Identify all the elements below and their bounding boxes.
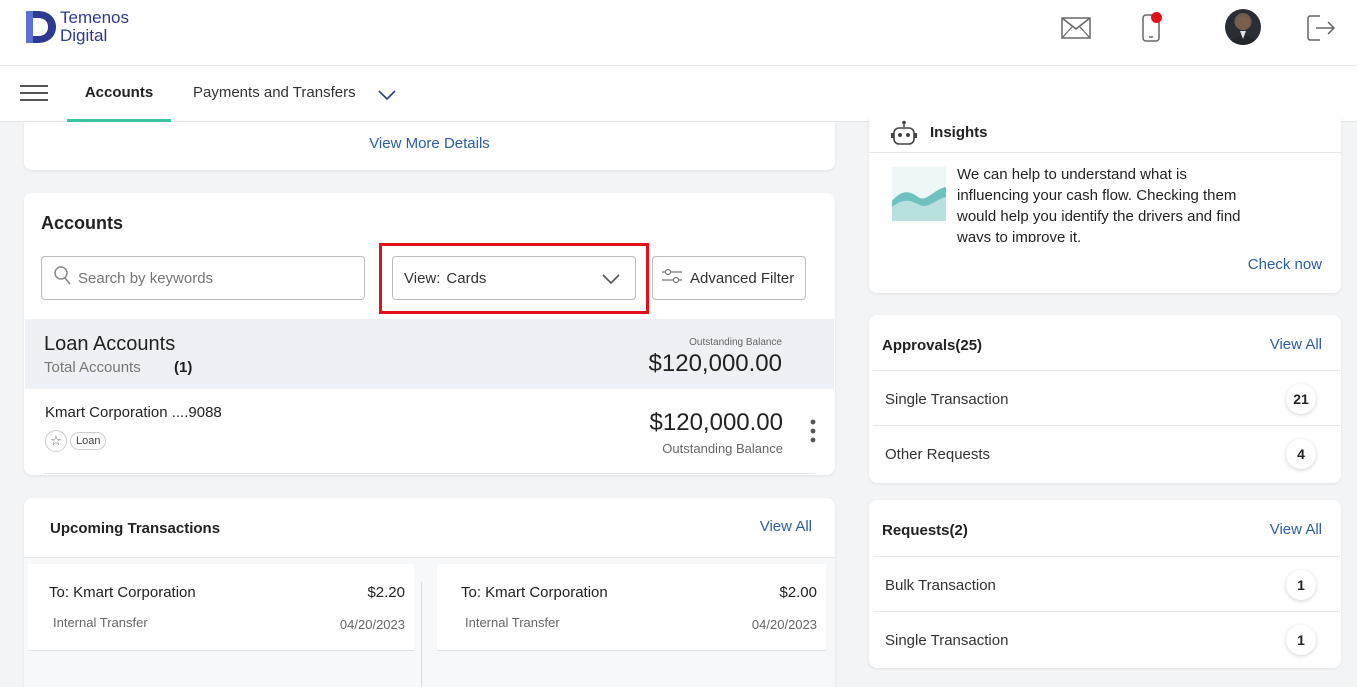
approval-row-label: Single Transaction	[885, 391, 1009, 408]
request-count-badge: 1	[1286, 570, 1316, 600]
transaction-date: 04/20/2023	[751, 617, 817, 632]
cash-flow-wave-icon	[892, 167, 946, 221]
logout-icon[interactable]	[1303, 10, 1339, 46]
approval-count-badge: 21	[1286, 384, 1316, 414]
tab-accounts[interactable]: Accounts	[67, 66, 171, 122]
more-options-icon[interactable]	[810, 419, 816, 448]
request-row-label: Bulk Transaction	[885, 577, 996, 594]
top-header: Temenos Digital	[0, 0, 1357, 66]
transaction-recipient: To: Kmart Corporation	[49, 584, 196, 601]
divider	[28, 650, 414, 651]
loan-total-balance: $120,000.00	[648, 350, 782, 377]
request-row-single-transaction[interactable]: Single Transaction 1	[873, 611, 1340, 666]
approval-count-badge: 4	[1286, 439, 1316, 469]
requests-title: Requests(2)	[882, 522, 968, 539]
approval-row-single-transaction[interactable]: Single Transaction 21	[873, 370, 1340, 425]
robot-icon	[890, 120, 918, 153]
request-row-bulk-transaction[interactable]: Bulk Transaction 1	[873, 556, 1340, 611]
approvals-card: Approvals(25) View All Single Transactio…	[869, 315, 1341, 483]
account-row[interactable]: Kmart Corporation ....9088 ☆ Loan $120,0…	[24, 389, 835, 475]
chevron-down-icon[interactable]	[377, 85, 397, 105]
request-count-badge: 1	[1286, 625, 1316, 655]
logo-line-1: Temenos	[60, 8, 129, 27]
divider	[421, 582, 422, 687]
check-now-link[interactable]: Check now	[1248, 256, 1322, 273]
search-input-wrapper[interactable]	[41, 256, 365, 300]
transaction-type: Internal Transfer	[465, 615, 560, 630]
upcoming-transaction-item[interactable]: To: Kmart Corporation $2.00 Internal Tra…	[437, 564, 826, 650]
approvals-title: Approvals(25)	[882, 337, 983, 354]
upcoming-transaction-item[interactable]: To: Kmart Corporation $2.20 Internal Tra…	[28, 564, 414, 650]
transaction-recipient: To: Kmart Corporation	[461, 584, 608, 601]
account-details-card: View More Details	[24, 122, 835, 170]
accounts-card: Accounts View: Cards Advanced Filter Loa…	[24, 193, 835, 475]
account-balance-caption: Outstanding Balance	[662, 441, 783, 456]
mobile-notification-icon[interactable]	[1133, 10, 1169, 46]
highlight-box	[379, 243, 649, 314]
mail-icon[interactable]	[1058, 10, 1094, 46]
upcoming-transactions-card: Upcoming Transactions View All To: Kmart…	[24, 498, 835, 687]
hamburger-menu-icon[interactable]	[20, 85, 48, 103]
requests-card: Requests(2) View All Bulk Transaction 1 …	[869, 500, 1341, 668]
avatar[interactable]	[1225, 9, 1261, 45]
upcoming-view-all-link[interactable]: View All	[760, 518, 812, 535]
advanced-filter-button[interactable]: Advanced Filter	[652, 256, 806, 300]
divider	[437, 650, 826, 651]
logo-text: Temenos Digital	[60, 9, 129, 45]
loan-accounts-header[interactable]: Loan Accounts Total Accounts (1) Outstan…	[25, 319, 834, 389]
view-more-details-link[interactable]: View More Details	[24, 135, 835, 152]
insights-title: Insights	[930, 124, 988, 141]
search-input[interactable]	[78, 269, 348, 287]
notification-dot	[1151, 12, 1162, 23]
upcoming-title: Upcoming Transactions	[50, 520, 221, 537]
divider	[869, 152, 1341, 153]
outstanding-balance-caption: Outstanding Balance	[689, 337, 782, 348]
total-accounts-label: Total Accounts	[44, 359, 141, 376]
approvals-view-all-link[interactable]: View All	[1270, 336, 1322, 353]
loan-accounts-title: Loan Accounts	[44, 333, 176, 355]
request-row-label: Single Transaction	[885, 632, 1009, 649]
logo-line-2: Digital	[60, 26, 108, 45]
divider	[44, 473, 815, 474]
transaction-date: 04/20/2023	[339, 617, 405, 632]
search-icon	[54, 265, 72, 291]
approval-row-other-requests[interactable]: Other Requests 4	[873, 425, 1340, 480]
upcoming-list: To: Kmart Corporation $2.20 Internal Tra…	[24, 558, 835, 687]
transaction-amount: $2.20	[367, 584, 405, 601]
favorite-star-icon[interactable]: ☆	[45, 430, 67, 452]
transaction-type: Internal Transfer	[53, 615, 148, 630]
requests-view-all-link[interactable]: View All	[1270, 521, 1322, 538]
total-accounts-count: (1)	[174, 359, 193, 376]
logo-mark-icon	[24, 9, 58, 45]
accounts-title: Accounts	[41, 213, 124, 233]
account-type-badge: Loan	[70, 432, 107, 450]
account-balance: $120,000.00	[649, 409, 783, 436]
temenos-logo[interactable]: Temenos Digital	[24, 9, 129, 45]
approval-row-label: Other Requests	[885, 446, 991, 463]
tab-payments-and-transfers[interactable]: Payments and Transfers	[193, 66, 356, 122]
main-nav: Accounts Payments and Transfers	[0, 66, 1357, 122]
insights-card: Insights We can help to understand what …	[869, 116, 1341, 293]
advanced-filter-label: Advanced Filter	[690, 269, 795, 287]
transaction-amount: $2.00	[779, 584, 817, 601]
filter-sliders-icon	[661, 267, 683, 289]
insights-text: We can help to understand what is influe…	[957, 166, 1241, 242]
account-name[interactable]: Kmart Corporation ....9088	[45, 404, 222, 421]
